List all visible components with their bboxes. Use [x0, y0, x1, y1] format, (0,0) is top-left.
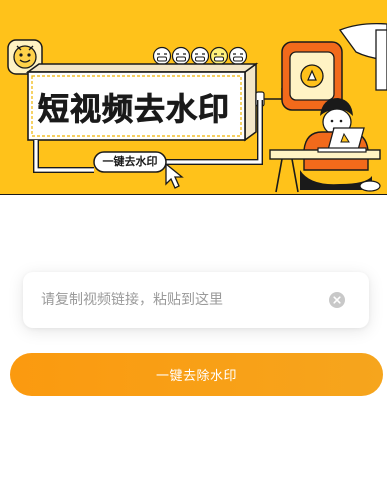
banner-title: 短视频去水印	[38, 92, 230, 129]
hero-banner: 短视频去水印 一键去水印	[0, 0, 387, 195]
page: 短视频去水印 一键去水印 一键去除水印	[0, 0, 387, 480]
video-link-input[interactable]	[41, 272, 321, 328]
banner-pill-label: 一键去水印	[102, 155, 158, 168]
emoji-faces-icon	[152, 46, 248, 66]
remove-watermark-button[interactable]: 一键去除水印	[10, 353, 383, 396]
link-input-card	[23, 272, 369, 328]
clear-input-icon[interactable]	[329, 292, 345, 308]
